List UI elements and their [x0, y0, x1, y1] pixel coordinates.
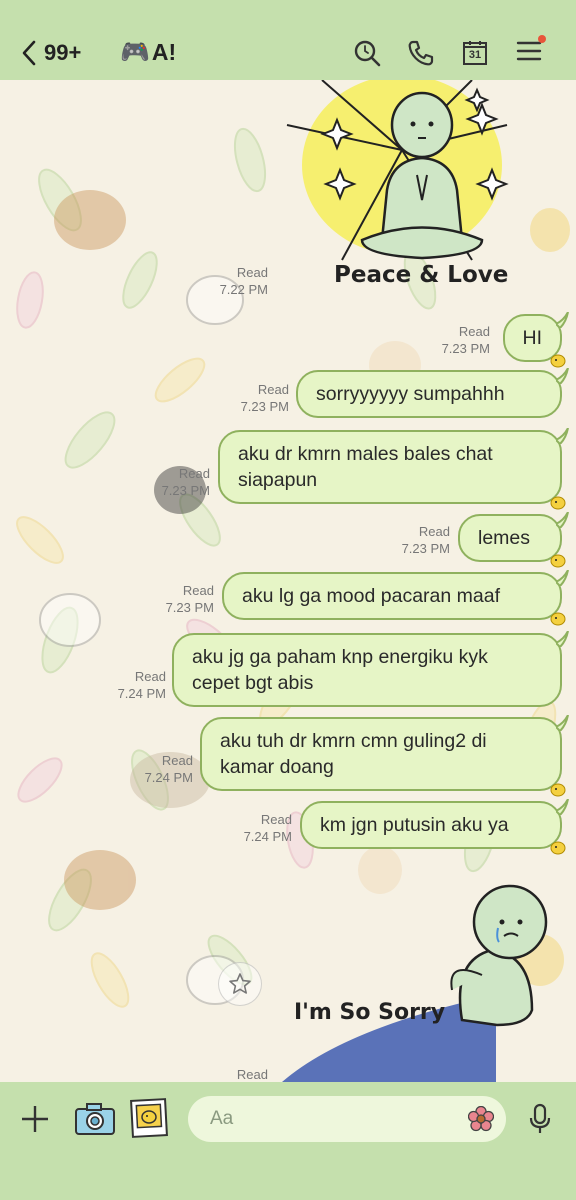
message-bubble[interactable]: sorryyyyyy sumpahhh: [296, 368, 569, 418]
woodstock-icon: [550, 841, 566, 855]
menu-button[interactable]: [514, 34, 546, 68]
read-status: Read: [178, 466, 210, 481]
woodstock-icon: [550, 496, 566, 510]
bubble-tail: [556, 368, 569, 384]
read-receipt: Read 7.23 PM: [402, 523, 450, 557]
chat-name: A!: [151, 39, 177, 65]
message-text: sorryyyyyy sumpahhh: [316, 383, 505, 405]
message-list: Peace & Love Read 7.22 PM Read 7.23 PM H…: [0, 75, 576, 1083]
read-status: Read: [236, 1067, 268, 1082]
message-text-line: aku dr kmrn males bales chat: [238, 443, 493, 465]
read-receipt: Read 7.24 PM: [118, 668, 166, 702]
message-time: 7.23 PM: [240, 399, 289, 414]
read-status: Read: [182, 583, 214, 598]
read-status: Read: [260, 812, 292, 827]
add-button[interactable]: [16, 1100, 54, 1138]
woodstock-icon: [550, 612, 566, 626]
read-status: Read: [458, 324, 490, 339]
read-status: Read: [134, 669, 166, 684]
message-time: 7.24 PM: [243, 829, 292, 844]
message-text: aku lg ga mood pacaran maaf: [242, 585, 500, 607]
message-time: 7.22 PM: [219, 282, 268, 297]
phone-icon: [408, 40, 434, 66]
calendar-icon: 31: [462, 40, 488, 66]
message-time: 7.24 PM: [117, 686, 166, 701]
message-input-bar: Aa: [0, 1082, 576, 1200]
message-bubble[interactable]: aku jg ga paham knp energiku kyk cepet b…: [172, 631, 569, 707]
message-time: 7.23 PM: [161, 483, 210, 498]
star-icon: [229, 973, 251, 994]
message-bubble[interactable]: aku tuh dr kmrn cmn guling2 di kamar doa…: [200, 715, 569, 797]
read-status: Read: [257, 382, 289, 397]
message-bubble[interactable]: km jgn putusin aku ya: [300, 799, 569, 855]
read-status: Read: [418, 524, 450, 539]
bubble-tail: [556, 631, 569, 647]
chat-header: 99+ 🎮 A! 31: [0, 0, 576, 80]
read-receipt: Read 7.23 PM: [442, 323, 490, 357]
sticker-peace-love[interactable]: Peace & Love: [282, 75, 510, 298]
back-button[interactable]: 99+: [22, 36, 81, 70]
message-text-line: kamar doang: [220, 756, 334, 778]
message-bubble[interactable]: HI: [502, 312, 569, 368]
call-button[interactable]: [406, 38, 436, 68]
notification-dot: [538, 34, 546, 43]
woodstock-icon: [550, 554, 566, 568]
search-icon: [354, 40, 381, 67]
message-time: 7.23 PM: [165, 600, 214, 615]
favorite-button[interactable]: [218, 962, 262, 1006]
camera-icon: [75, 1103, 115, 1135]
message-input[interactable]: Aa: [188, 1096, 506, 1142]
input-placeholder: Aa: [210, 1108, 234, 1129]
calendar-day: 31: [468, 49, 482, 61]
voice-button[interactable]: [522, 1100, 558, 1138]
woodstock-icon: [550, 354, 566, 368]
bubble-tail: [556, 512, 569, 528]
read-receipt: Read 7.23 PM: [162, 465, 210, 499]
back-arrow-icon: [22, 40, 36, 66]
message-text-line: aku tuh dr kmrn cmn guling2 di: [220, 730, 487, 752]
photo-icon: [130, 1098, 168, 1138]
message-bubble[interactable]: aku lg ga mood pacaran maaf: [222, 570, 569, 626]
woodstock-icon: [550, 783, 566, 797]
read-receipt: Read 7.23 PM: [241, 381, 289, 415]
bubble-tail: [556, 715, 569, 731]
read-status: Read: [161, 753, 193, 768]
sticker-im-so-sorry[interactable]: I'm So Sorry: [282, 880, 576, 1082]
calendar-button[interactable]: 31: [460, 38, 490, 68]
game-controller-icon: 🎮: [120, 39, 150, 66]
bubble-tail: [556, 799, 569, 815]
unread-count: 99+: [44, 40, 82, 65]
message-text-line: siapapun: [238, 469, 318, 491]
message-text-line: aku jg ga paham knp energiku kyk: [192, 646, 488, 668]
microphone-icon: [529, 1103, 551, 1133]
bubble-tail: [556, 312, 569, 328]
emoji-flower-icon[interactable]: [468, 1106, 494, 1132]
message-bubble[interactable]: aku dr kmrn males bales chat siapapun: [218, 428, 569, 510]
bubble-tail: [556, 570, 569, 586]
message-time: 7.23 PM: [401, 541, 450, 556]
camera-button[interactable]: [74, 1100, 116, 1138]
bubble-tail: [556, 428, 569, 444]
read-receipt: Read 7.22 PM: [220, 264, 268, 298]
read-receipt: Read 7.24 PM: [145, 752, 193, 786]
read-receipt: Read 7.23 PM: [166, 582, 214, 616]
read-receipt: Read 7.24 PM: [244, 811, 292, 845]
sticker-caption: Peace & Love: [334, 262, 509, 288]
gallery-button[interactable]: [128, 1096, 170, 1140]
message-time: 7.23 PM: [441, 341, 490, 356]
plus-icon: [22, 1106, 48, 1132]
chat-title[interactable]: 🎮 A!: [120, 38, 176, 67]
message-bubble[interactable]: lemes: [458, 512, 569, 568]
message-text: HI: [522, 327, 543, 349]
sticker-caption: I'm So Sorry: [294, 1000, 446, 1025]
message-time: 7.24 PM: [144, 770, 193, 785]
message-text: km jgn putusin aku ya: [320, 814, 509, 836]
message-text-line: cepet bgt abis: [192, 672, 314, 694]
read-status: Read: [236, 265, 268, 280]
read-receipt: Read: [237, 1066, 268, 1083]
menu-icon: [516, 34, 546, 68]
search-button[interactable]: [352, 38, 382, 68]
message-text: lemes: [478, 527, 531, 549]
